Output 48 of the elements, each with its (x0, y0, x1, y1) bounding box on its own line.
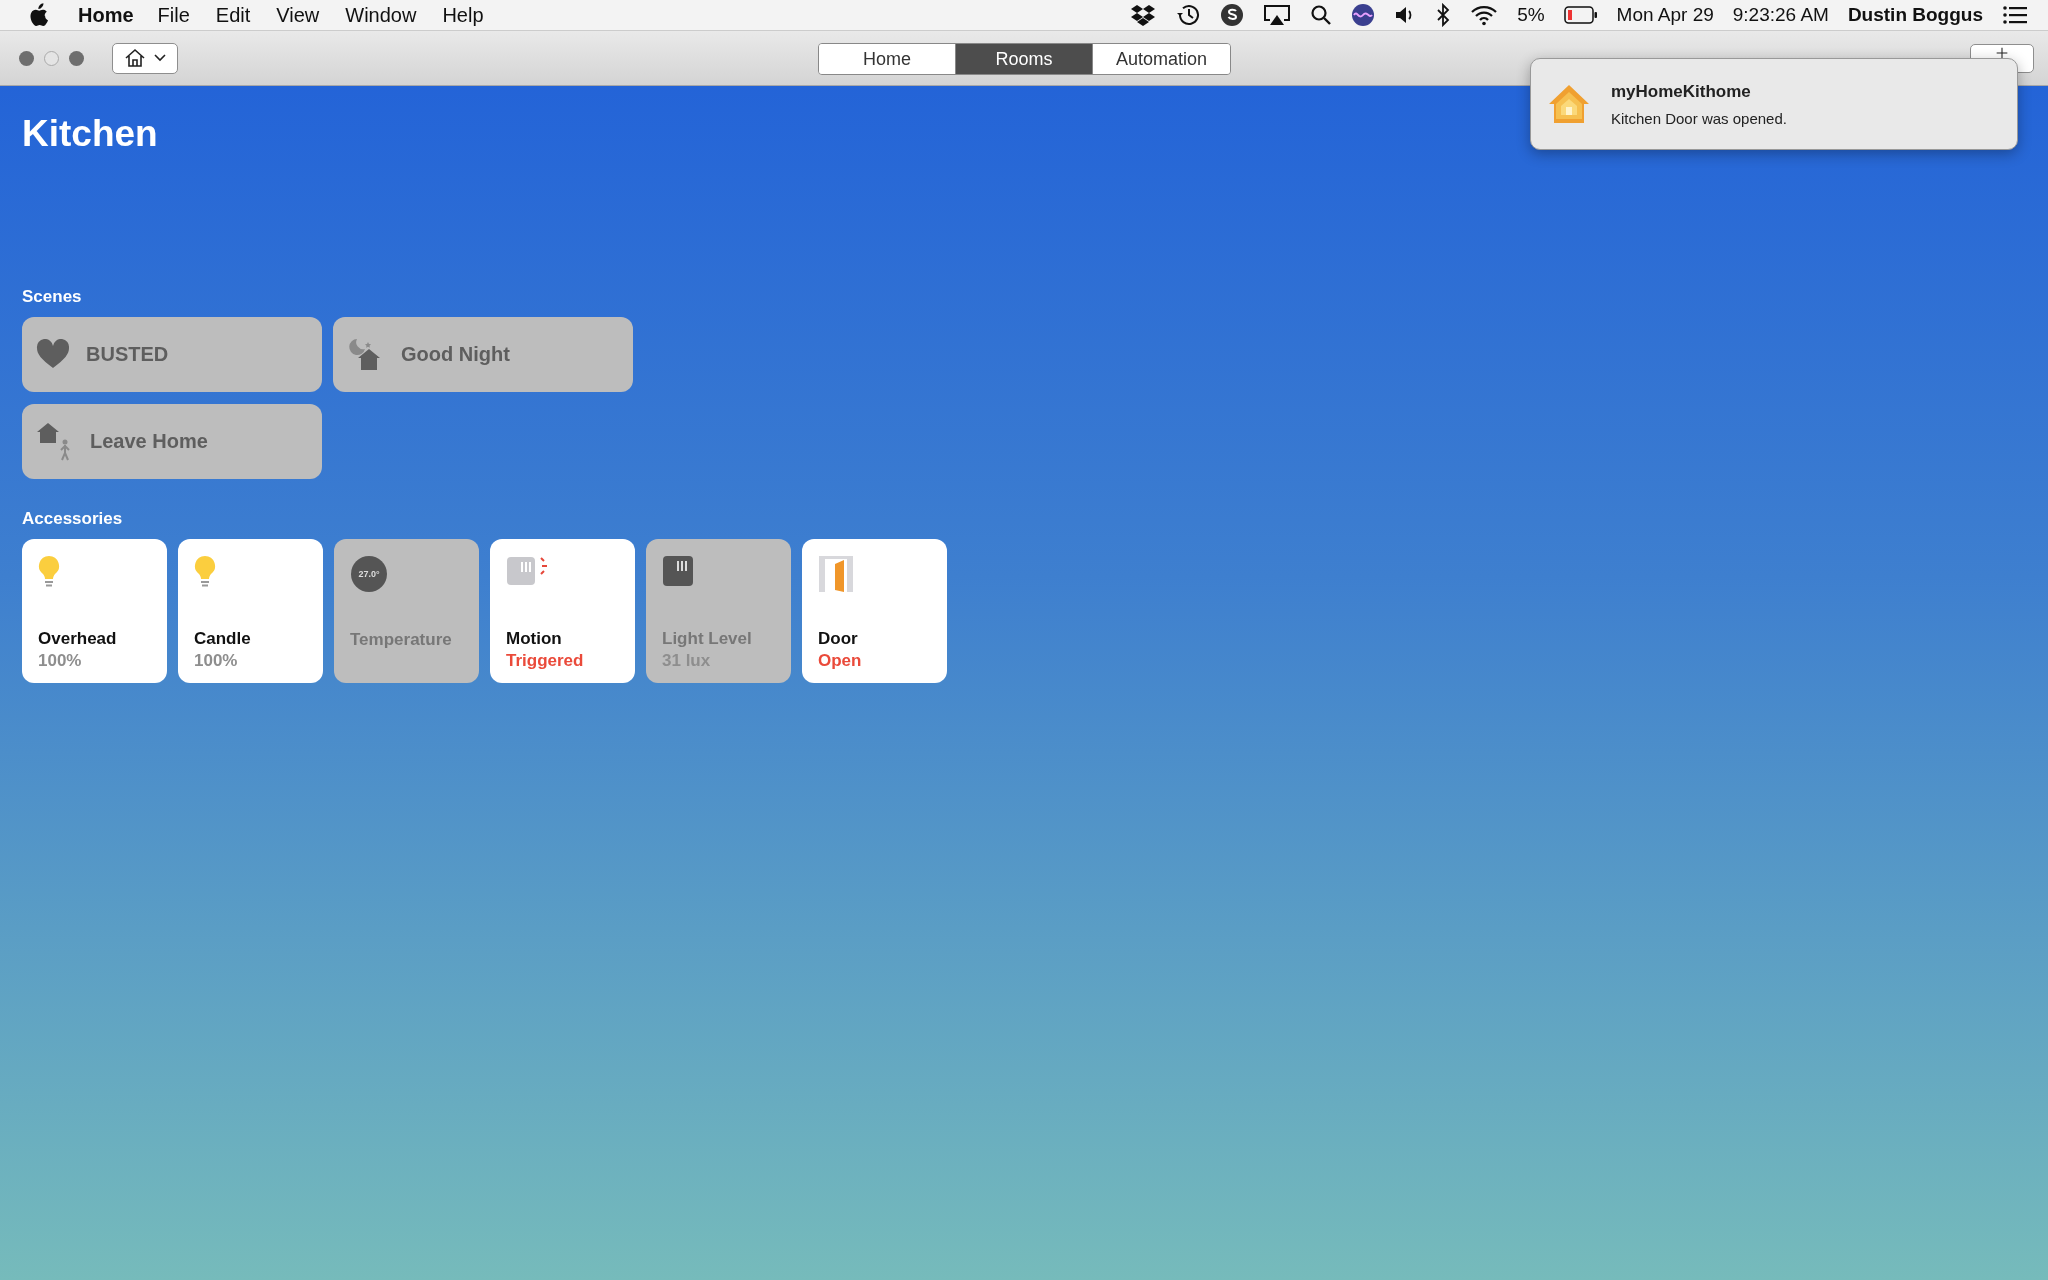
notification-message: Kitchen Door was opened. (1611, 109, 1787, 127)
menu-item[interactable]: Edit (215, 3, 251, 27)
home-app-icon (1547, 82, 1591, 126)
menu-item[interactable]: View (276, 3, 320, 27)
menu-item[interactable]: Help (442, 3, 484, 27)
lightbulb-icon (38, 554, 60, 589)
zoom-window-button[interactable] (69, 50, 84, 66)
house-icon (124, 48, 146, 68)
heart-icon (36, 339, 70, 370)
airplay-icon[interactable] (1263, 4, 1292, 26)
accessory-tile[interactable]: Motion Triggered (490, 538, 635, 683)
accessory-tile[interactable]: Door Open (802, 538, 947, 683)
notification-list-icon[interactable] (2002, 5, 2028, 25)
notification-banner[interactable]: myHomeKithome Kitchen Door was opened. (1530, 58, 2018, 150)
section-heading: Accessories (22, 508, 124, 529)
menu-clock[interactable]: 9:23:26 AM (1732, 4, 1829, 26)
section-heading: Scenes (22, 286, 83, 307)
lightbulb-icon (194, 554, 216, 589)
room-title: Kitchen (22, 114, 158, 155)
home-picker-button[interactable] (112, 42, 178, 74)
battery-percent: 5% (1517, 4, 1545, 26)
temperature-reading: 27.0° (358, 568, 380, 579)
close-window-button[interactable] (19, 50, 34, 66)
dropbox-icon[interactable] (1130, 4, 1157, 26)
user-name[interactable]: Dustin Boggus (1847, 4, 1983, 26)
menu-date[interactable]: Mon Apr 29 (1616, 4, 1714, 26)
accessory-tile[interactable]: Overhead 100% (22, 538, 167, 683)
notification-title: myHomeKithome (1611, 81, 1752, 102)
menu-item[interactable]: File (157, 3, 190, 27)
light-sensor-icon (662, 554, 694, 587)
plus-icon (1996, 46, 2008, 59)
battery-icon[interactable] (1563, 6, 1598, 24)
door-icon (818, 554, 854, 593)
search-icon[interactable] (1310, 4, 1333, 26)
menu-app-name[interactable]: Home (78, 3, 134, 27)
apple-logo-icon[interactable] (28, 3, 48, 27)
chevron-down-icon (154, 54, 166, 62)
view-tab[interactable]: Rooms (956, 44, 1093, 74)
wifi-icon[interactable] (1470, 4, 1499, 26)
view-tab[interactable]: Automation (1093, 44, 1230, 74)
accessory-tile[interactable]: Candle 100% (178, 538, 323, 683)
menu-item[interactable]: Window (345, 3, 417, 27)
clock-history-icon[interactable] (1175, 3, 1202, 27)
siri-icon[interactable] (1351, 3, 1376, 27)
skype-icon[interactable] (1220, 3, 1245, 27)
bluetooth-icon[interactable] (1435, 3, 1452, 27)
accessory-tile[interactable]: 27.0° Temperature (334, 538, 479, 683)
view-tab[interactable]: Home (819, 44, 956, 74)
